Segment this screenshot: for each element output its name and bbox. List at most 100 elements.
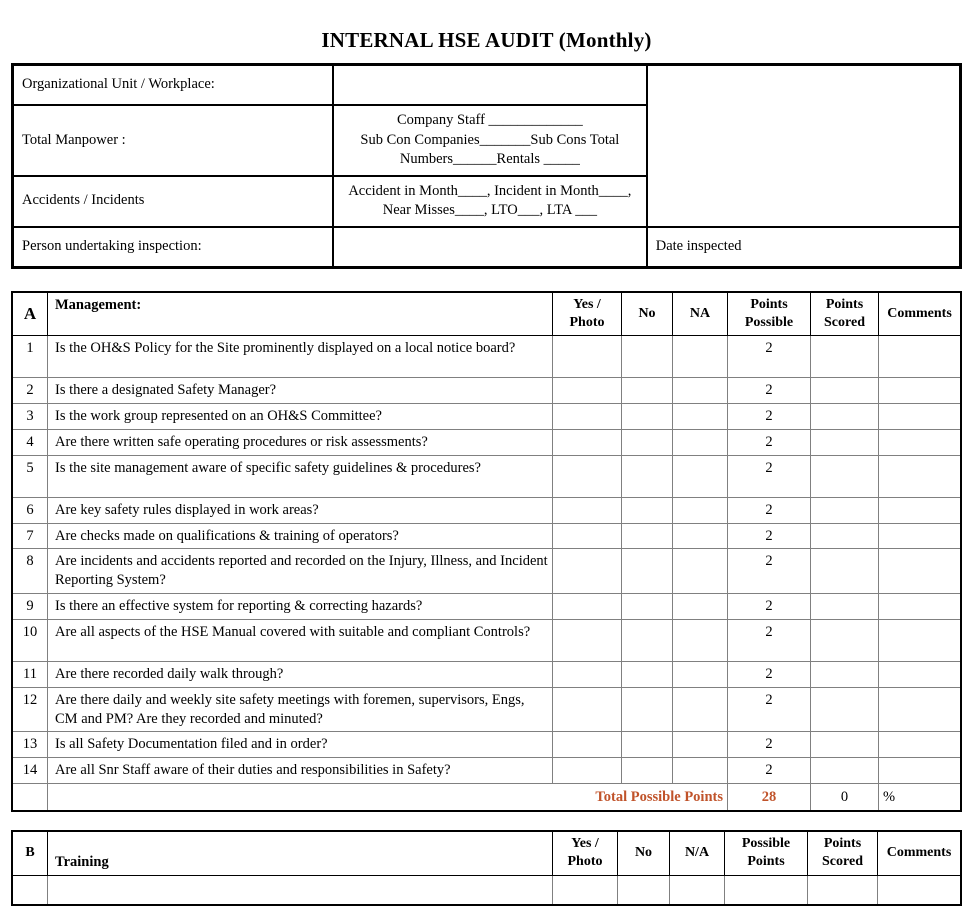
row-points-scored[interactable]: [810, 660, 879, 688]
row-na-cell[interactable]: [672, 548, 728, 595]
row-points-scored[interactable]: [810, 731, 879, 759]
row-yes-photo-cell[interactable]: [552, 731, 622, 759]
total-percent-value[interactable]: %: [878, 783, 962, 812]
row-na-cell[interactable]: [672, 660, 728, 688]
row-comments-cell[interactable]: [877, 874, 962, 906]
row-yes-photo-cell[interactable]: [552, 757, 622, 785]
row-yes-photo-cell[interactable]: [552, 874, 618, 906]
row-na-cell[interactable]: [672, 496, 728, 524]
row-comments-cell[interactable]: [878, 660, 962, 688]
organizational-unit-label: Organizational Unit / Workplace:: [11, 63, 334, 106]
row-comments-cell[interactable]: [878, 618, 962, 662]
header-row-inspection: Person undertaking inspection: Date insp…: [11, 225, 962, 269]
row-no-cell[interactable]: [621, 335, 673, 379]
row-na-cell[interactable]: [672, 428, 728, 456]
row-points-possible: 2: [727, 428, 811, 456]
row-yes-photo-cell[interactable]: [552, 660, 622, 688]
row-points-scored[interactable]: [810, 454, 879, 498]
row-points-scored[interactable]: [810, 428, 879, 456]
row-comments-cell[interactable]: [878, 335, 962, 379]
row-comments-cell[interactable]: [878, 403, 962, 430]
row-comments-cell[interactable]: [878, 757, 962, 785]
row-number: 12: [11, 686, 48, 733]
row-na-cell[interactable]: [672, 522, 728, 550]
row-yes-photo-cell[interactable]: [552, 428, 622, 456]
row-no-cell[interactable]: [621, 428, 673, 456]
row-na-cell[interactable]: [672, 593, 728, 620]
table-row: 8 Are incidents and accidents reported a…: [11, 548, 962, 595]
row-yes-photo-cell[interactable]: [552, 548, 622, 595]
total-points-scored-value[interactable]: 0: [810, 783, 879, 812]
row-no-cell[interactable]: [621, 377, 673, 405]
row-na-cell[interactable]: [672, 618, 728, 662]
header-row-accidents-incidents: Accidents / Incidents Accident in Month_…: [11, 174, 961, 228]
table-row: 14 Are all Snr Staff aware of their duti…: [11, 757, 962, 785]
row-no-cell[interactable]: [621, 403, 673, 430]
column-header-points-scored: Points Scored: [810, 291, 879, 337]
row-yes-photo-cell[interactable]: [552, 496, 622, 524]
row-na-cell[interactable]: [672, 686, 728, 733]
row-comments-cell[interactable]: [878, 377, 962, 405]
row-points-scored[interactable]: [810, 618, 879, 662]
row-yes-photo-cell[interactable]: [552, 454, 622, 498]
row-points-scored[interactable]: [810, 548, 879, 595]
row-no-cell[interactable]: [621, 731, 673, 759]
row-no-cell[interactable]: [621, 548, 673, 595]
row-no-cell[interactable]: [621, 757, 673, 785]
row-no-cell[interactable]: [621, 496, 673, 524]
organizational-unit-field[interactable]: [332, 63, 648, 106]
row-points-possible: 2: [727, 731, 811, 759]
row-na-cell[interactable]: [672, 757, 728, 785]
section-b-letter: B: [11, 830, 48, 876]
row-question: [47, 874, 553, 906]
row-comments-cell[interactable]: [878, 731, 962, 759]
person-undertaking-inspection-field[interactable]: [332, 225, 648, 269]
section-b-header-row: B Training Yes / Photo No N/A Possible Poi…: [11, 830, 962, 876]
row-yes-photo-cell[interactable]: [552, 522, 622, 550]
row-na-cell[interactable]: [672, 454, 728, 498]
row-comments-cell[interactable]: [878, 593, 962, 620]
row-yes-photo-cell[interactable]: [552, 618, 622, 662]
row-yes-photo-cell[interactable]: [552, 335, 622, 379]
row-yes-photo-cell[interactable]: [552, 686, 622, 733]
row-question: Are key safety rules displayed in work a…: [47, 496, 553, 524]
row-question: Is all Safety Documentation filed and in…: [47, 731, 553, 759]
row-yes-photo-cell[interactable]: [552, 593, 622, 620]
row-na-cell[interactable]: [669, 874, 725, 906]
total-manpower-field[interactable]: Company Staff _____________ Sub Con Comp…: [332, 104, 648, 177]
row-points-scored[interactable]: [810, 403, 879, 430]
row-na-cell[interactable]: [672, 335, 728, 379]
row-no-cell[interactable]: [617, 874, 670, 906]
row-no-cell[interactable]: [621, 660, 673, 688]
accidents-incidents-field[interactable]: Accident in Month____, Incident in Month…: [332, 174, 648, 228]
row-points-scored[interactable]: [810, 496, 879, 524]
row-comments-cell[interactable]: [878, 496, 962, 524]
row-points-scored[interactable]: [810, 593, 879, 620]
row-no-cell[interactable]: [621, 522, 673, 550]
row-points-scored[interactable]: [810, 686, 879, 733]
table-row: 13 Is all Safety Documentation filed and…: [11, 731, 962, 759]
row-na-cell[interactable]: [672, 403, 728, 430]
row-no-cell[interactable]: [621, 618, 673, 662]
row-points-scored[interactable]: [807, 874, 878, 906]
row-comments-cell[interactable]: [878, 428, 962, 456]
column-header-comments: Comments: [878, 291, 962, 337]
row-na-cell[interactable]: [672, 731, 728, 759]
row-no-cell[interactable]: [621, 454, 673, 498]
row-comments-cell[interactable]: [878, 686, 962, 733]
row-comments-cell[interactable]: [878, 454, 962, 498]
row-comments-cell[interactable]: [878, 522, 962, 550]
row-points-scored[interactable]: [810, 522, 879, 550]
row-na-cell[interactable]: [672, 377, 728, 405]
row-comments-cell[interactable]: [878, 548, 962, 595]
row-points-scored[interactable]: [810, 335, 879, 379]
total-points-possible-value: 28: [727, 783, 811, 812]
row-points-scored[interactable]: [810, 377, 879, 405]
row-no-cell[interactable]: [621, 593, 673, 620]
row-yes-photo-cell[interactable]: [552, 403, 622, 430]
row-yes-photo-cell[interactable]: [552, 377, 622, 405]
row-no-cell[interactable]: [621, 686, 673, 733]
table-row: 12 Are there daily and weekly site safet…: [11, 686, 962, 733]
row-points-scored[interactable]: [810, 757, 879, 785]
section-b-body: [11, 874, 962, 906]
